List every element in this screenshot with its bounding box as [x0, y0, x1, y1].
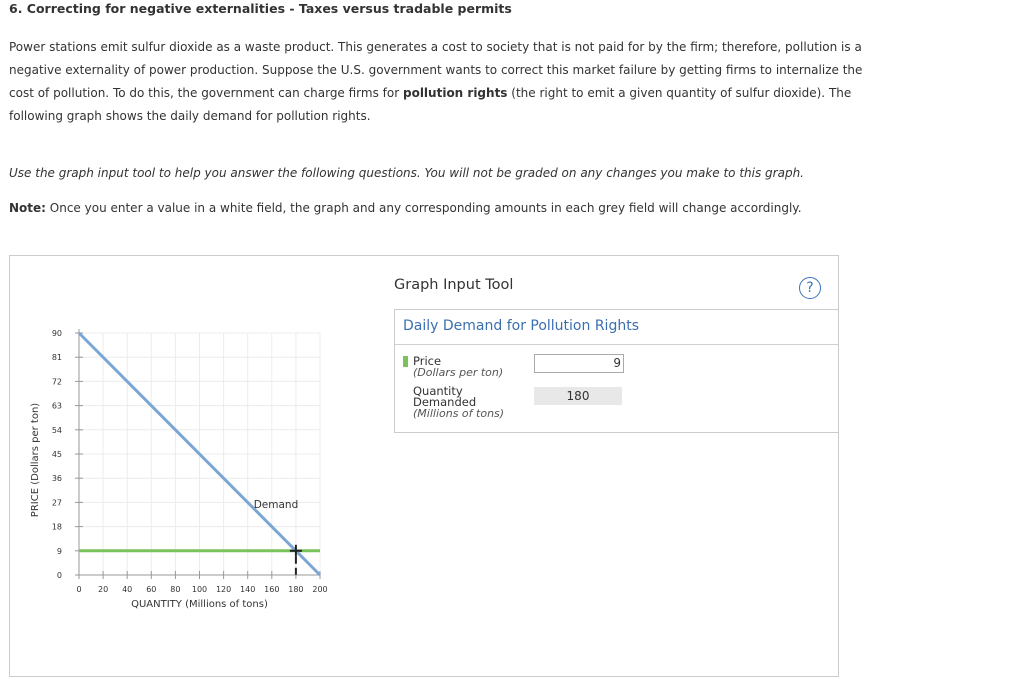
- note-label: Note:: [9, 201, 46, 215]
- question-title: 6. Correcting for negative externalities…: [9, 1, 512, 16]
- x-tick-label: 120: [216, 585, 231, 594]
- x-tick-label: 60: [146, 585, 156, 594]
- y-tick-label: 72: [52, 377, 62, 386]
- y-tick-label: 81: [52, 353, 62, 362]
- y-tick-label: 9: [57, 547, 62, 556]
- y-tick-label: 45: [52, 450, 62, 459]
- x-tick-label: 160: [264, 585, 279, 594]
- x-tick-label: 20: [98, 585, 108, 594]
- price-swatch-icon: [403, 356, 408, 367]
- graph-input-tool-title: Graph Input Tool: [394, 277, 514, 293]
- price-label: Price (Dollars per ton): [413, 355, 504, 379]
- tool-divider: [395, 344, 839, 345]
- note-body: Once you enter a value in a white field,…: [45, 201, 802, 215]
- y-tick-label: 0: [57, 571, 62, 580]
- x-tick-label: 0: [76, 585, 81, 594]
- x-tick-label: 100: [192, 585, 207, 594]
- x-tick-label: 80: [170, 585, 180, 594]
- y-tick-label: 27: [52, 498, 62, 507]
- instruction-text: Use the graph input tool to help you ans…: [9, 166, 804, 180]
- quantity-unit: (Millions of tons): [413, 407, 505, 420]
- question-paragraph: Power stations emit sulfur dioxide as a …: [9, 36, 889, 128]
- x-tick-label: 40: [122, 585, 132, 594]
- y-tick-label: 54: [52, 426, 62, 435]
- para-bold-term: pollution rights: [402, 86, 508, 100]
- demand-chart[interactable]: 0 9 18 27 36 45 54 63 72 81 90 0 20 40 60 80 100 120 140 16…: [10, 256, 380, 656]
- tool-heading: Daily Demand for Pollution Rights: [403, 318, 639, 334]
- graph-input-tool: Daily Demand for Pollution Rights Price …: [394, 309, 839, 433]
- help-icon[interactable]: ?: [799, 277, 821, 299]
- quantity-demanded-field: 180: [534, 387, 622, 405]
- y-tick-label: 36: [52, 474, 62, 483]
- y-tick-label: 63: [52, 402, 62, 411]
- x-tick-label: 140: [240, 585, 255, 594]
- y-tick-label: 90: [52, 329, 62, 338]
- y-axis-label: PRICE (Dollars per ton): [30, 403, 41, 517]
- note-text: Note: Once you enter a value in a white …: [9, 201, 802, 215]
- x-tick-label: 180: [288, 585, 303, 594]
- x-tick-label: 200: [312, 585, 327, 594]
- price-unit: (Dollars per ton): [413, 366, 504, 379]
- price-input[interactable]: 9: [534, 354, 624, 373]
- demand-label: Demand: [254, 499, 299, 511]
- graph-panel: 0 9 18 27 36 45 54 63 72 81 90 0 20 40 60 80 100 120 140 16…: [9, 255, 839, 677]
- y-tick-label: 18: [52, 523, 62, 532]
- x-axis-label: QUANTITY (Millions of tons): [131, 599, 268, 610]
- quantity-label: Quantity Demanded (Millions of tons): [413, 385, 505, 420]
